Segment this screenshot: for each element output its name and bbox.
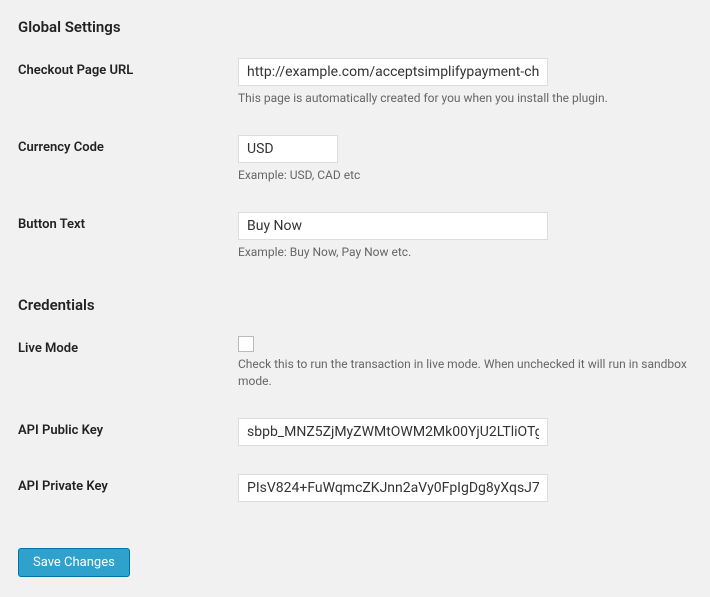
button-text-description: Example: Buy Now, Pay Now etc.	[238, 244, 692, 261]
api-public-key-row: API Public Key	[18, 418, 692, 446]
api-public-key-label: API Public Key	[18, 418, 238, 438]
live-mode-row: Live Mode Check this to run the transact…	[18, 336, 692, 390]
global-settings-heading: Global Settings	[18, 18, 692, 36]
currency-code-input[interactable]	[238, 135, 338, 163]
checkout-url-row: Checkout Page URL This page is automatic…	[18, 58, 692, 107]
currency-code-description: Example: USD, CAD etc	[238, 167, 692, 184]
currency-code-row: Currency Code Example: USD, CAD etc	[18, 135, 692, 184]
currency-code-label: Currency Code	[18, 135, 238, 155]
live-mode-description: Check this to run the transaction in liv…	[238, 356, 692, 390]
live-mode-checkbox[interactable]	[238, 336, 254, 352]
checkout-url-label: Checkout Page URL	[18, 58, 238, 78]
api-private-key-row: API Private Key	[18, 474, 692, 502]
checkout-url-description: This page is automatically created for y…	[238, 90, 692, 107]
button-text-row: Button Text Example: Buy Now, Pay Now et…	[18, 212, 692, 261]
api-private-key-label: API Private Key	[18, 474, 238, 494]
button-text-input[interactable]	[238, 212, 548, 240]
credentials-heading: Credentials	[18, 296, 692, 314]
button-text-label: Button Text	[18, 212, 238, 232]
checkout-url-input[interactable]	[238, 58, 548, 86]
save-changes-button[interactable]: Save Changes	[18, 548, 130, 577]
api-public-key-input[interactable]	[238, 418, 548, 446]
live-mode-label: Live Mode	[18, 336, 238, 356]
api-private-key-input[interactable]	[238, 474, 548, 502]
